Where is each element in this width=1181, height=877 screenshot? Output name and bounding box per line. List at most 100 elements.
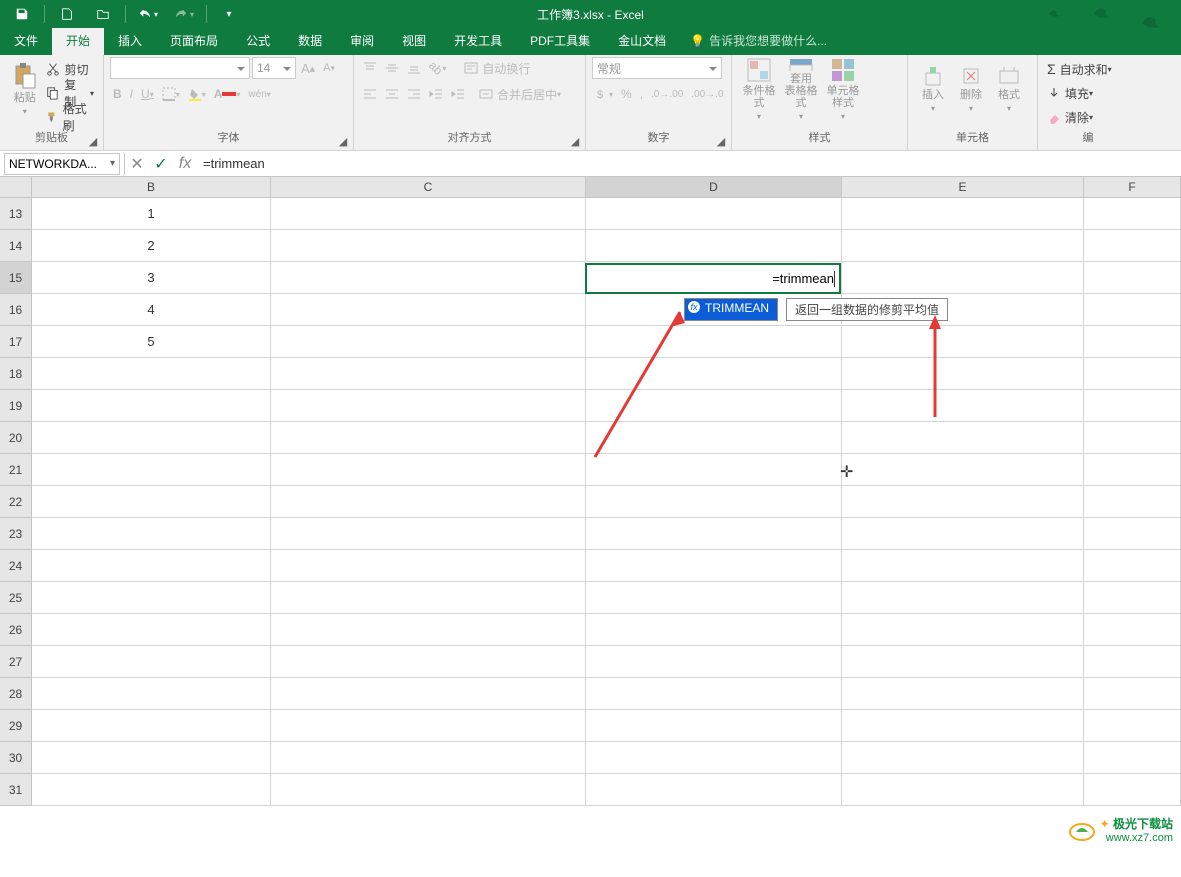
row-header[interactable]: 21 <box>0 454 32 486</box>
formula-bar-input[interactable]: =trimmean <box>197 153 1181 175</box>
tab-pdf[interactable]: PDF工具集 <box>516 26 604 55</box>
tab-data[interactable]: 数据 <box>284 26 336 55</box>
paste-button[interactable]: 粘贴▾ <box>6 57 43 123</box>
dialog-launcher-icon[interactable]: ◢ <box>87 133 99 145</box>
cell[interactable] <box>1084 262 1181 293</box>
row-header[interactable]: 22 <box>0 486 32 518</box>
cell[interactable] <box>1084 326 1181 357</box>
insert-cells-button[interactable]: 插入▾ <box>914 57 952 123</box>
row-header[interactable]: 24 <box>0 550 32 582</box>
row-header[interactable]: 13 <box>0 198 32 230</box>
cell[interactable] <box>842 454 1084 485</box>
cell[interactable] <box>1084 582 1181 613</box>
cell[interactable] <box>1084 518 1181 549</box>
new-file-icon[interactable] <box>53 2 81 26</box>
orientation-icon[interactable]: ab▾ <box>426 57 449 79</box>
row-header[interactable]: 25 <box>0 582 32 614</box>
cell[interactable] <box>32 710 271 741</box>
cell[interactable] <box>271 422 586 453</box>
cell[interactable] <box>586 614 842 645</box>
cell[interactable] <box>32 646 271 677</box>
cell[interactable] <box>32 742 271 773</box>
conditional-format-button[interactable]: 条件格式▾ <box>738 57 780 123</box>
cell[interactable] <box>271 774 586 805</box>
cell[interactable] <box>32 774 271 805</box>
row-header[interactable]: 19 <box>0 390 32 422</box>
cell[interactable] <box>32 422 271 453</box>
format-table-button[interactable]: 套用 表格格式▾ <box>780 57 822 123</box>
cell[interactable] <box>842 582 1084 613</box>
cell[interactable] <box>1084 646 1181 677</box>
cell[interactable]: 3 <box>32 262 271 293</box>
cell[interactable] <box>842 230 1084 261</box>
cell[interactable] <box>586 582 842 613</box>
row-header[interactable]: 18 <box>0 358 32 390</box>
active-cell[interactable]: =trimmean <box>585 263 841 294</box>
cell[interactable]: 5 <box>32 326 271 357</box>
row-header[interactable]: 15 <box>0 262 32 294</box>
cell[interactable] <box>271 262 586 293</box>
cell[interactable] <box>271 614 586 645</box>
clear-button[interactable]: 清除▾ <box>1044 106 1132 128</box>
cell[interactable] <box>271 358 586 389</box>
phonetic-button[interactable]: wén▾ <box>245 83 273 105</box>
cell[interactable] <box>1084 742 1181 773</box>
cell[interactable] <box>842 262 1084 293</box>
column-header[interactable]: B <box>32 177 271 197</box>
tab-page-layout[interactable]: 页面布局 <box>156 26 232 55</box>
row-header[interactable]: 14 <box>0 230 32 262</box>
cell[interactable] <box>271 582 586 613</box>
dialog-launcher-icon[interactable]: ◢ <box>337 133 349 145</box>
autosum-button[interactable]: Σ自动求和▾ <box>1044 58 1132 80</box>
row-header[interactable]: 26 <box>0 614 32 646</box>
cell[interactable] <box>842 774 1084 805</box>
align-bottom-icon[interactable] <box>404 57 424 79</box>
column-header[interactable]: F <box>1084 177 1181 197</box>
tab-wps[interactable]: 金山文档 <box>604 26 680 55</box>
cell[interactable] <box>842 550 1084 581</box>
fx-icon[interactable]: fx <box>173 153 197 175</box>
row-header[interactable]: 30 <box>0 742 32 774</box>
delete-cells-button[interactable]: 删除▾ <box>952 57 990 123</box>
cell[interactable] <box>842 326 1084 357</box>
cell[interactable] <box>271 742 586 773</box>
increase-font-icon[interactable]: A▴ <box>298 57 318 79</box>
format-painter-button[interactable]: 格式刷 <box>43 106 97 128</box>
tab-formulas[interactable]: 公式 <box>232 26 284 55</box>
cell[interactable] <box>842 646 1084 677</box>
cell[interactable] <box>32 550 271 581</box>
merge-center-button[interactable]: 合并后居中▾ <box>476 83 564 105</box>
row-header[interactable]: 17 <box>0 326 32 358</box>
tab-developer[interactable]: 开发工具 <box>440 26 516 55</box>
cell[interactable] <box>271 230 586 261</box>
qat-customize-icon[interactable]: ▾ <box>215 2 243 26</box>
decrease-decimal-icon[interactable]: .00→.0 <box>688 83 726 105</box>
cell[interactable] <box>586 550 842 581</box>
autocomplete-item[interactable]: TRIMMEAN <box>684 298 778 321</box>
cell[interactable] <box>842 358 1084 389</box>
cell[interactable] <box>32 390 271 421</box>
cell[interactable] <box>586 198 842 229</box>
cell[interactable] <box>32 582 271 613</box>
spreadsheet-grid[interactable]: BCDEF 1314151617181920212223242526272829… <box>0 177 1181 877</box>
border-button[interactable]: ▾ <box>159 83 183 105</box>
dialog-launcher-icon[interactable]: ◢ <box>715 133 727 145</box>
comma-icon[interactable]: , <box>637 83 646 105</box>
increase-decimal-icon[interactable]: .0→.00 <box>648 83 686 105</box>
fill-color-button[interactable]: ▾ <box>185 83 209 105</box>
decrease-indent-icon[interactable] <box>426 83 446 105</box>
row-header[interactable]: 16 <box>0 294 32 326</box>
cell[interactable] <box>271 454 586 485</box>
cell[interactable]: 2 <box>32 230 271 261</box>
cell[interactable] <box>271 518 586 549</box>
cell[interactable] <box>1084 678 1181 709</box>
tab-review[interactable]: 审阅 <box>336 26 388 55</box>
cell[interactable] <box>1084 614 1181 645</box>
cell[interactable] <box>32 454 271 485</box>
dialog-launcher-icon[interactable]: ◢ <box>569 133 581 145</box>
cell[interactable] <box>1084 486 1181 517</box>
tab-view[interactable]: 视图 <box>388 26 440 55</box>
cell[interactable] <box>586 646 842 677</box>
row-header[interactable]: 31 <box>0 774 32 806</box>
font-name-combo[interactable] <box>110 57 250 79</box>
